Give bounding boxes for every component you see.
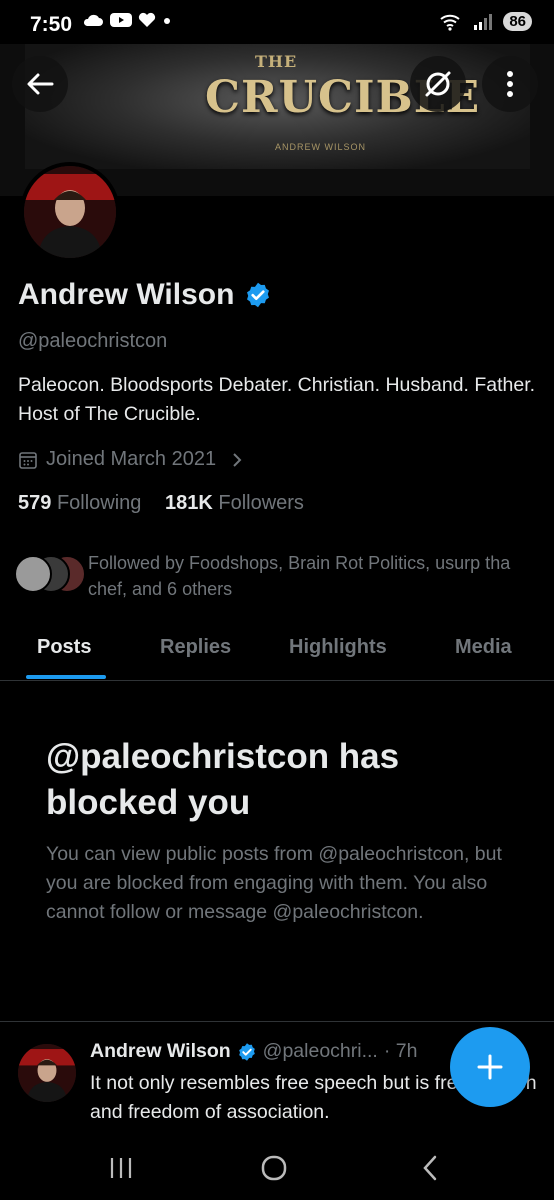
profile-bio: Paleocon. Bloodsports Debater. Christian… xyxy=(18,374,536,425)
grok-button[interactable] xyxy=(410,56,466,112)
tab-media[interactable]: Media xyxy=(455,636,512,659)
following-count: 579 xyxy=(18,492,52,514)
profile-handle: @paleochristcon xyxy=(18,330,168,352)
recent-apps-icon[interactable] xyxy=(108,1156,134,1180)
back-nav-icon[interactable] xyxy=(420,1154,440,1182)
arrow-left-icon xyxy=(27,73,54,95)
grok-icon xyxy=(425,71,451,97)
profile-name: Andrew Wilson xyxy=(18,278,235,311)
verified-badge-icon[interactable] xyxy=(244,281,272,309)
followed-by-text[interactable]: Followed by Foodshops, Brain Rot Politic… xyxy=(88,550,528,602)
dot-icon xyxy=(164,18,170,24)
post-avatar[interactable] xyxy=(18,1044,76,1102)
followers-link[interactable]: 181K Followers xyxy=(165,492,304,514)
system-navigation-bar xyxy=(0,1130,554,1200)
status-time: 7:50 xyxy=(30,13,73,36)
blocked-message: You can view public posts from @paleochr… xyxy=(46,843,502,923)
profile-name-row: Andrew Wilson xyxy=(18,278,272,312)
follower-avatar xyxy=(14,555,52,593)
status-notification-icons xyxy=(82,12,172,28)
cloud-icon xyxy=(83,14,103,26)
status-system-icons: 86 xyxy=(439,12,532,31)
more-vertical-icon xyxy=(507,71,513,97)
blocked-title: @paleochristcon has blocked you xyxy=(46,737,400,822)
avatar-photo xyxy=(18,1044,76,1102)
signal-icon xyxy=(474,13,493,30)
post-time: · 7h xyxy=(383,1040,418,1062)
joined-date-row[interactable]: Joined March 2021 xyxy=(18,448,244,471)
follow-stats: 579 Following 181K Followers xyxy=(18,492,304,515)
chevron-right-icon xyxy=(233,452,242,467)
following-link[interactable]: 579 Following xyxy=(18,492,141,514)
home-icon[interactable] xyxy=(260,1154,288,1182)
tab-replies[interactable]: Replies xyxy=(160,636,231,659)
heart-icon xyxy=(138,12,156,27)
followers-label: Followers xyxy=(218,492,304,514)
post-header: Andrew Wilson @paleochri... · 7h xyxy=(90,1040,417,1063)
wifi-icon xyxy=(440,14,460,31)
tab-highlights[interactable]: Highlights xyxy=(289,636,387,659)
status-bar: 7:50 86 xyxy=(0,0,554,48)
plus-icon xyxy=(477,1054,503,1080)
avatar-photo xyxy=(24,166,116,258)
verified-badge-icon xyxy=(238,1042,255,1061)
banner-logo-small: THE xyxy=(255,52,298,71)
active-tab-indicator xyxy=(26,675,106,679)
battery-indicator: 86 xyxy=(503,12,532,31)
banner-logo-sub: ANDREW WILSON xyxy=(275,142,367,152)
followers-count: 181K xyxy=(164,492,213,514)
more-options-button[interactable] xyxy=(482,56,538,112)
youtube-icon xyxy=(110,13,132,27)
calendar-icon xyxy=(19,451,37,469)
compose-post-button[interactable] xyxy=(450,1027,530,1107)
tab-posts[interactable]: Posts xyxy=(37,636,91,659)
back-button[interactable] xyxy=(12,56,68,112)
joined-date: Joined March 2021 xyxy=(46,448,217,470)
divider xyxy=(0,1021,554,1022)
post-author-name[interactable]: Andrew Wilson xyxy=(90,1040,231,1063)
post-author-handle[interactable]: @paleochri... xyxy=(263,1040,378,1063)
following-label: Following xyxy=(56,492,142,514)
profile-avatar[interactable] xyxy=(20,162,120,262)
